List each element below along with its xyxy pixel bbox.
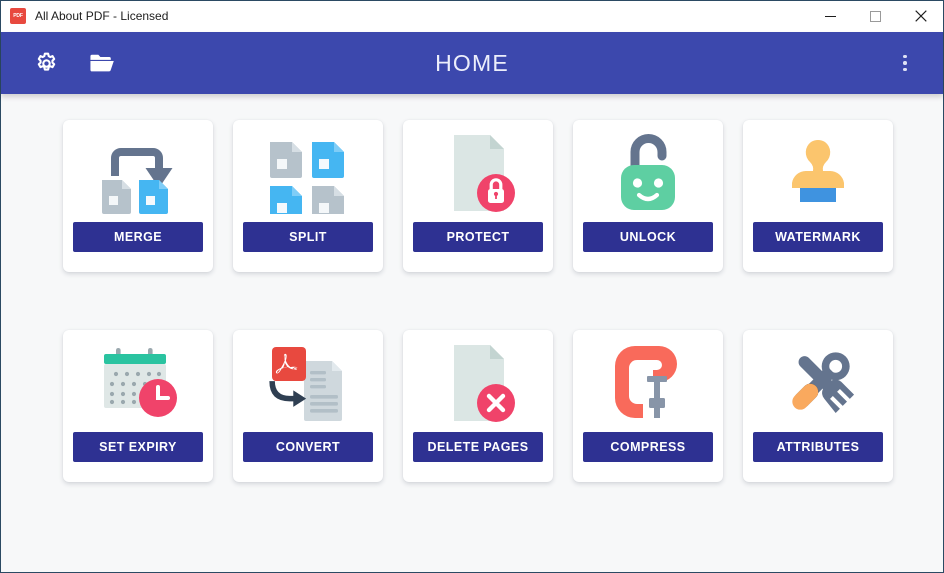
title-bar: PDF All About PDF - Licensed [1,1,943,32]
c-clamp-icon [573,336,723,432]
tool-card-set-expiry[interactable]: SET EXPIRY [63,330,213,482]
split-documents-icon [233,126,383,222]
window-title: All About PDF - Licensed [35,9,169,23]
attributes-button[interactable]: ATTRIBUTES [753,432,883,462]
watermark-button[interactable]: WATERMARK [753,222,883,252]
pdf-convert-arrow-icon [233,336,383,432]
close-icon [914,10,927,22]
minimize-icon [825,15,836,17]
document-lock-icon [403,126,553,222]
more-vertical-icon [903,54,907,72]
tool-card-watermark[interactable]: WATERMARK [743,120,893,272]
app-window: PDF All About PDF - Licensed HOME MERGE … [0,0,944,573]
minimize-button[interactable] [808,1,853,32]
title-bar-left: PDF All About PDF - Licensed [1,8,168,24]
convert-button[interactable]: CONVERT [243,432,373,462]
tool-card-split[interactable]: SPLIT [233,120,383,272]
tool-card-protect[interactable]: PROTECT [403,120,553,272]
delete-pages-button[interactable]: DELETE PAGES [413,432,543,462]
close-button[interactable] [898,1,943,32]
merge-button[interactable]: MERGE [73,222,203,252]
set-expiry-button[interactable]: SET EXPIRY [73,432,203,462]
pdf-app-icon: PDF [10,8,26,24]
tool-card-compress[interactable]: COMPRESS [573,330,723,482]
tool-card-convert[interactable]: CONVERT [233,330,383,482]
overflow-menu-button[interactable] [883,41,927,85]
gear-icon [37,52,55,71]
maximize-button[interactable] [853,1,898,32]
maximize-icon [870,10,881,22]
window-controls [808,1,943,32]
open-padlock-smiley-icon [573,126,723,222]
settings-button[interactable] [24,41,68,85]
split-button[interactable]: SPLIT [243,222,373,252]
open-file-button[interactable] [80,41,124,85]
tool-card-attributes[interactable]: ATTRIBUTES [743,330,893,482]
tool-grid-row-2: SET EXPIRY CONVERT DELETE PAGES COMPRESS… [1,330,943,482]
unlock-button[interactable]: UNLOCK [583,222,713,252]
tool-card-delete-pages[interactable]: DELETE PAGES [403,330,553,482]
tool-card-merge[interactable]: MERGE [63,120,213,272]
tool-card-unlock[interactable]: UNLOCK [573,120,723,272]
app-header-bar: HOME [1,32,943,94]
merge-documents-icon [63,126,213,222]
tool-grid-area: MERGE SPLIT PROTECT UNLOCK WATERMARK SET… [1,94,943,572]
protect-button[interactable]: PROTECT [413,222,543,252]
compress-button[interactable]: COMPRESS [583,432,713,462]
calendar-clock-icon [63,336,213,432]
tool-grid-row-1: MERGE SPLIT PROTECT UNLOCK WATERMARK [1,120,943,272]
page-title: HOME [435,49,509,76]
document-delete-icon [403,336,553,432]
folder-icon [89,54,114,71]
wrench-screwdriver-icon [743,336,893,432]
rubber-stamp-icon [743,126,893,222]
